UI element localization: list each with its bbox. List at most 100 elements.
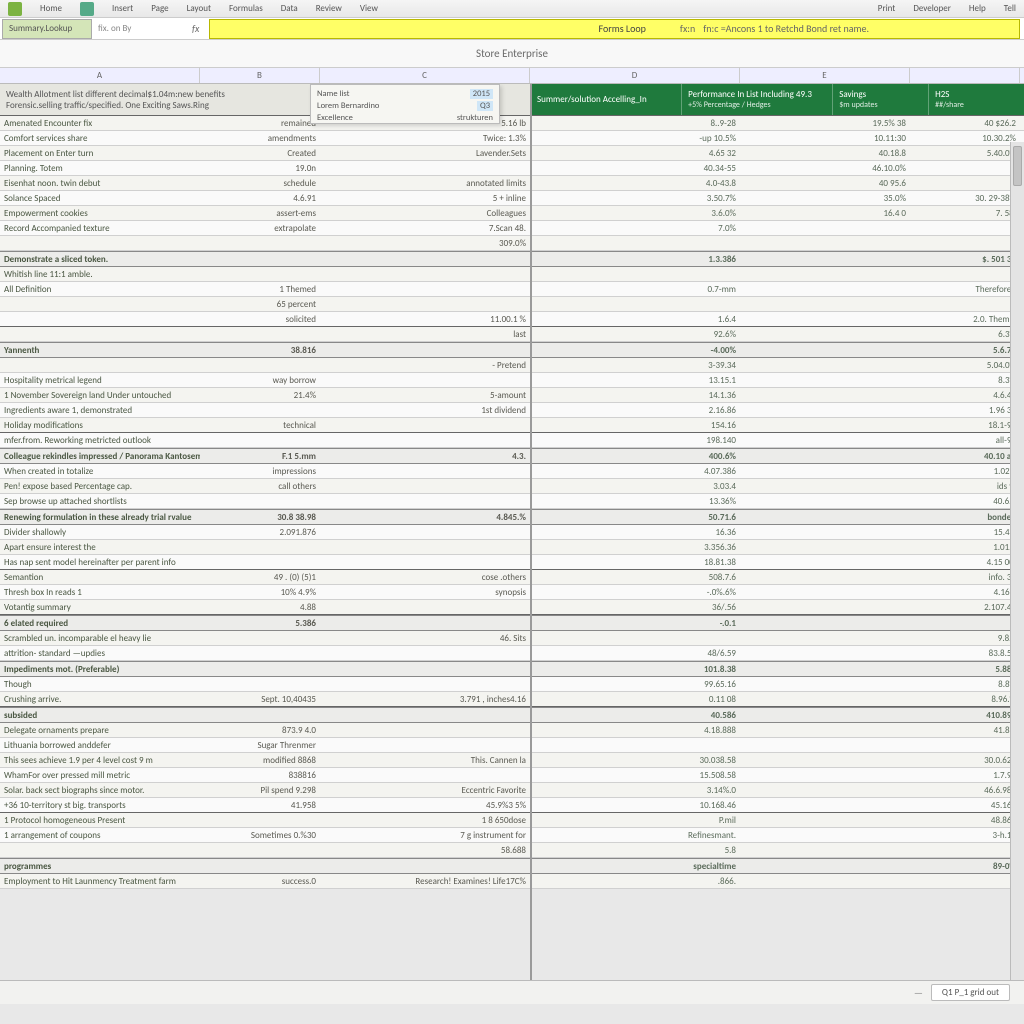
cell[interactable]: 1.7.98 xyxy=(910,768,1020,782)
cell[interactable]: 838816 xyxy=(200,768,320,782)
cell[interactable]: 1.02% xyxy=(910,464,1020,478)
cell[interactable] xyxy=(740,600,910,614)
cell[interactable]: 15.508.58 xyxy=(530,768,740,782)
table-row[interactable]: Hospitality metrical legendway borrow13.… xyxy=(0,373,1024,388)
cell[interactable] xyxy=(910,616,1020,630)
cell[interactable] xyxy=(740,267,910,281)
cell[interactable]: - Pretend xyxy=(320,358,530,372)
cell[interactable]: 198.140 xyxy=(530,433,740,447)
menu-item[interactable]: View xyxy=(360,3,378,14)
cell[interactable]: Amenated Encounter fix xyxy=(0,116,200,130)
cell[interactable]: info. 38 xyxy=(910,570,1020,584)
cell[interactable]: Eccentric Favorite xyxy=(320,783,530,797)
table-row[interactable]: subsided40.586410.890 xyxy=(0,707,1024,723)
cell[interactable]: Votantig summary xyxy=(0,600,200,614)
cell[interactable] xyxy=(740,236,910,250)
cell[interactable]: 1.96 36 xyxy=(910,403,1020,417)
cell[interactable]: 0.7-mm xyxy=(530,282,740,296)
cell[interactable]: Empowerment cookies xyxy=(0,206,200,220)
cell[interactable]: Has nap sent model hereinafter per paren… xyxy=(0,555,200,569)
cell[interactable] xyxy=(200,646,320,660)
cell[interactable] xyxy=(320,708,530,722)
table-row[interactable]: Votantig summary4.8836/.562.107.40 xyxy=(0,600,1024,615)
cell[interactable]: 1st dividend xyxy=(320,403,530,417)
cell[interactable] xyxy=(0,358,200,372)
column-header[interactable]: D xyxy=(530,68,740,83)
cell[interactable]: 4.88 xyxy=(200,600,320,614)
cell[interactable] xyxy=(740,494,910,508)
cell[interactable]: .866. xyxy=(530,874,740,888)
cell[interactable]: 46.6.989 xyxy=(910,783,1020,797)
table-row[interactable]: Pen! expose based Percentage cap.call ot… xyxy=(0,479,1024,494)
cell[interactable] xyxy=(740,221,910,235)
cell[interactable]: Therefored xyxy=(910,282,1020,296)
cell[interactable]: 40.34-55 xyxy=(530,161,740,175)
menu-item[interactable]: Tell xyxy=(1004,3,1016,14)
cell[interactable] xyxy=(910,161,1020,175)
cell[interactable] xyxy=(740,358,910,372)
cell[interactable]: 83.8.50 xyxy=(910,646,1020,660)
cell[interactable] xyxy=(0,312,200,326)
cell[interactable]: 4.0-43.8 xyxy=(530,176,740,190)
cell[interactable] xyxy=(320,646,530,660)
cell[interactable]: All Definition xyxy=(0,282,200,296)
cell[interactable]: all-90 xyxy=(910,433,1020,447)
cell[interactable]: 4.16% xyxy=(910,585,1020,599)
table-row[interactable]: attrition- standard —updies48/6.5983.8.5… xyxy=(0,646,1024,661)
cell[interactable]: 4.6.91 xyxy=(200,191,320,205)
cell[interactable] xyxy=(740,373,910,387)
menu-item[interactable]: Formulas xyxy=(229,3,263,14)
cell[interactable]: solicited xyxy=(200,312,320,326)
cell[interactable]: 6 elated required xyxy=(0,616,200,630)
cell[interactable] xyxy=(740,403,910,417)
cell[interactable]: Refinesmant. xyxy=(530,828,740,842)
cell[interactable]: Divider shallowly xyxy=(0,525,200,539)
cell[interactable] xyxy=(320,616,530,630)
cell[interactable]: way borrow xyxy=(200,373,320,387)
cell[interactable] xyxy=(0,297,200,311)
cell[interactable]: WhamFor over pressed mill metric xyxy=(0,768,200,782)
table-row[interactable]: Eisenhat noon. twin debutscheduleannotat… xyxy=(0,176,1024,191)
table-row[interactable]: Lithuania borrowed anddeferSugar Threnme… xyxy=(0,738,1024,753)
cell[interactable]: 7 g instrument for xyxy=(320,828,530,842)
cell[interactable]: This sees achieve 1.9 per 4 level cost 9… xyxy=(0,753,200,767)
cell[interactable]: 5.04.0% xyxy=(910,358,1020,372)
cell[interactable]: 30.8 38.98 xyxy=(200,510,320,524)
cell[interactable] xyxy=(910,297,1020,311)
cell[interactable] xyxy=(740,843,910,857)
cell[interactable] xyxy=(320,267,530,281)
cell[interactable]: 1.6.4 xyxy=(530,312,740,326)
cell[interactable]: Impediments mot. (Preferable) xyxy=(0,662,200,676)
cell[interactable] xyxy=(740,343,910,357)
vertical-scrollbar[interactable] xyxy=(1010,142,1024,980)
cell[interactable]: 46.10.0% xyxy=(740,161,910,175)
cell[interactable] xyxy=(910,267,1020,281)
cell[interactable]: Record Accompanied texture xyxy=(0,221,200,235)
cell[interactable] xyxy=(740,813,910,827)
table-row[interactable]: Colleague rekindles impressed / Panorama… xyxy=(0,448,1024,464)
cell[interactable]: 58.688 xyxy=(320,843,530,857)
cell[interactable]: Colleagues xyxy=(320,206,530,220)
cell[interactable] xyxy=(740,646,910,660)
cell[interactable]: Demonstrate a sliced token. xyxy=(0,252,200,266)
cell[interactable]: 5.6.76 xyxy=(910,343,1020,357)
table-row[interactable]: Whitish line 11:1 amble. xyxy=(0,267,1024,282)
cell[interactable] xyxy=(320,252,530,266)
cell[interactable] xyxy=(200,494,320,508)
cell[interactable] xyxy=(740,828,910,842)
table-row[interactable]: Has nap sent model hereinafter per paren… xyxy=(0,555,1024,570)
column-header[interactable] xyxy=(910,68,1020,83)
menu-item[interactable]: Print xyxy=(878,3,896,14)
cell[interactable] xyxy=(200,358,320,372)
cell[interactable]: ids 9. xyxy=(910,479,1020,493)
cell[interactable]: 49 . (0) (5)1 xyxy=(200,570,320,584)
cell[interactable]: -.0%.6% xyxy=(530,585,740,599)
table-row[interactable]: Delegate ornaments prepare 873.9 4.04.18… xyxy=(0,723,1024,738)
cell[interactable] xyxy=(320,600,530,614)
cell[interactable] xyxy=(530,738,740,752)
cell[interactable] xyxy=(200,236,320,250)
cell[interactable] xyxy=(200,677,320,691)
cell[interactable]: cose .others xyxy=(320,570,530,584)
cell[interactable]: Created xyxy=(200,146,320,160)
cell[interactable]: synopsis xyxy=(320,585,530,599)
